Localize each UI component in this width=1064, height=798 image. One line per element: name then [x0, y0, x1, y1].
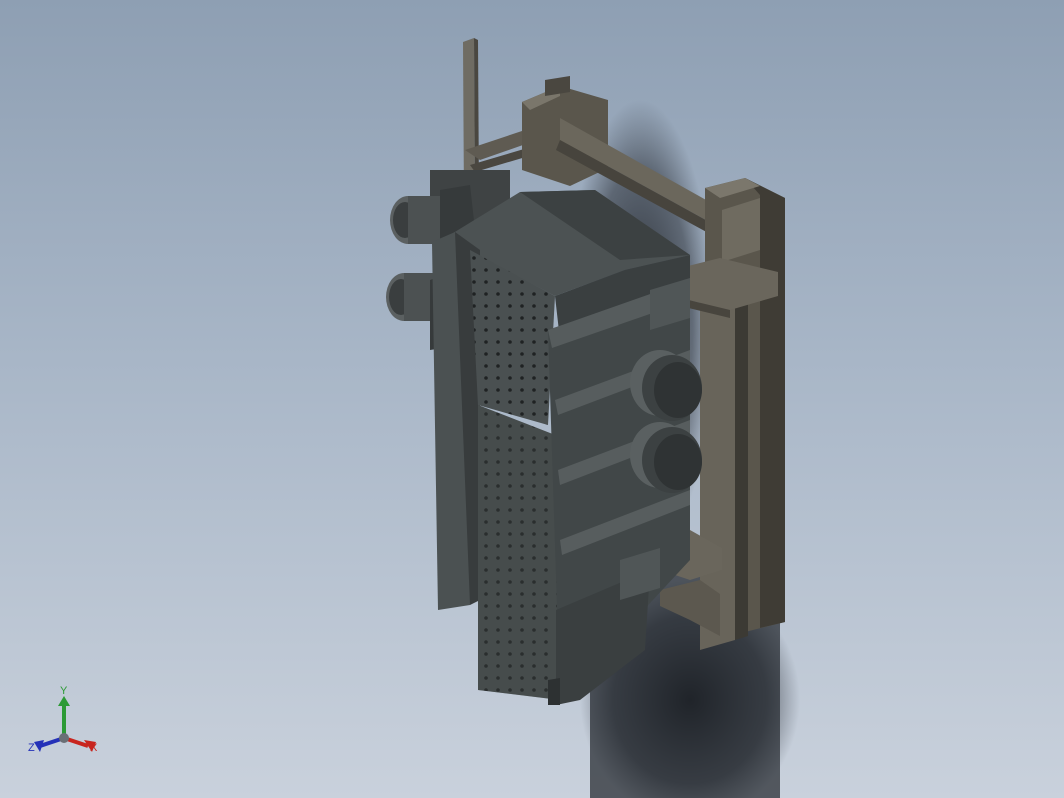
model-view[interactable]	[0, 0, 1064, 798]
y-axis-arrow	[58, 696, 70, 706]
y-axis-label: Y	[60, 685, 68, 697]
cad-viewport[interactable]: Y X Z	[0, 0, 1064, 798]
triad-origin	[59, 733, 69, 743]
view-triad[interactable]: Y X Z	[24, 682, 108, 758]
x-axis-label: X	[90, 742, 98, 754]
z-axis-label: Z	[28, 742, 35, 754]
